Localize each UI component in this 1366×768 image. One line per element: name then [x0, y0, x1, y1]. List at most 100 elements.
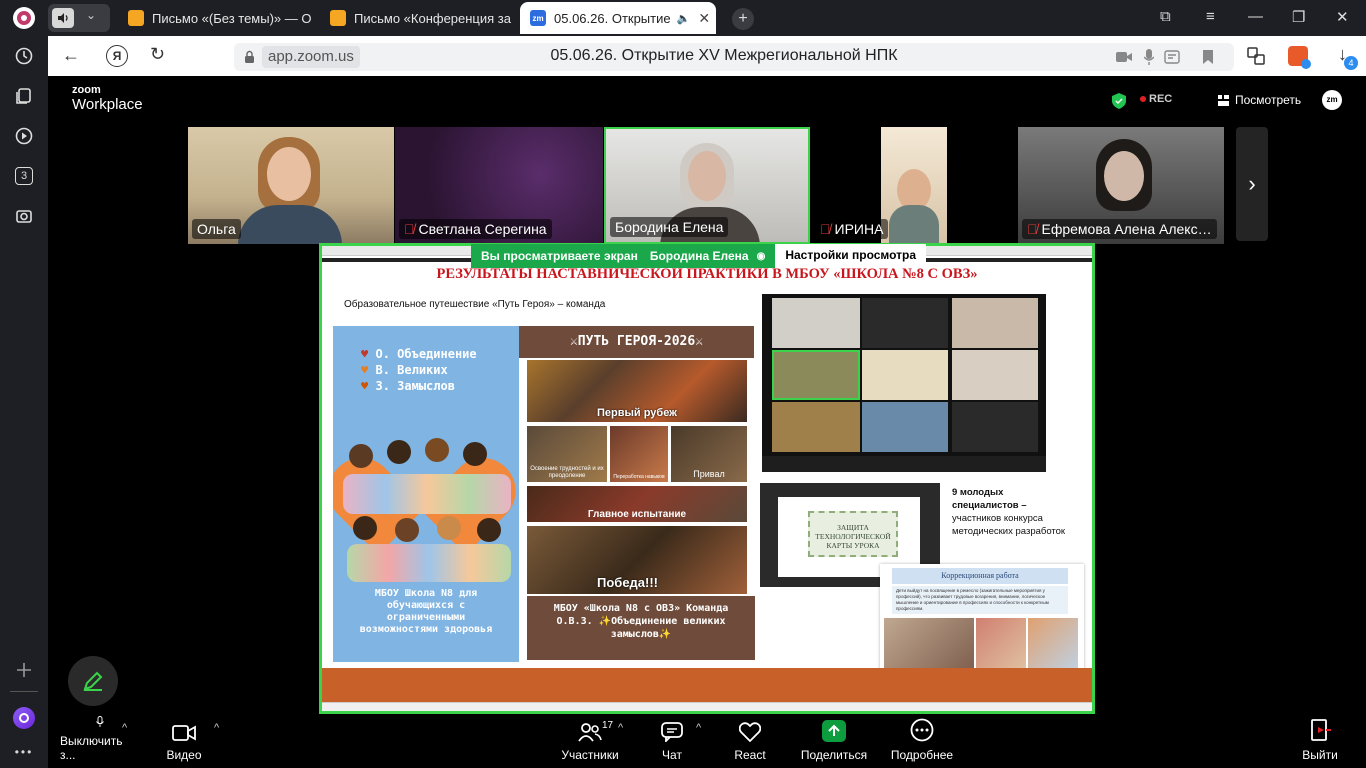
screenshot-icon[interactable] — [10, 202, 38, 230]
annotate-button[interactable] — [68, 656, 118, 706]
participant-tile-active-speaker[interactable]: Бородина Елена — [604, 127, 810, 244]
poster-caption: МБОУ Школа N8 для обучающихся с ограниче… — [359, 588, 493, 635]
presentation-statusbar — [322, 702, 1092, 711]
yandex-logo-icon[interactable]: Я — [106, 45, 128, 67]
tab-close-icon[interactable]: ✕ — [698, 10, 710, 27]
video-play-icon[interactable] — [10, 122, 38, 150]
menu-icon[interactable]: ≡ — [1206, 8, 1215, 25]
collections-icon[interactable] — [10, 82, 38, 110]
participant-name: 🎙̸ ИРИНА — [815, 219, 889, 239]
stage-image: Привал — [671, 426, 747, 482]
share-screen-button[interactable]: Поделиться — [794, 716, 874, 768]
mute-button[interactable]: Выключить з... — [60, 716, 140, 768]
tab-audio-icon[interactable]: 🔈 — [677, 12, 691, 25]
encryption-shield-icon[interactable] — [1112, 93, 1126, 109]
meeting-toolbar: Выключить з... ^ Видео ^ Участники 17 ^ … — [48, 716, 1366, 768]
tabs-overview-icon[interactable]: ⧉ — [1160, 8, 1171, 25]
yandex-profile-icon[interactable] — [10, 4, 38, 32]
recording-dot-icon — [1140, 96, 1146, 102]
browser-sidebar: 3 ••• — [0, 0, 48, 768]
stage-image: Переработка навыков — [610, 426, 668, 482]
stage-image: Первый рубеж — [527, 360, 747, 422]
restore-icon[interactable]: ❐ — [1292, 8, 1305, 26]
tab-count-badge[interactable]: 3 — [10, 162, 38, 190]
slide-subtitle: Образовательное путешествие «Путь Героя»… — [344, 299, 606, 310]
participant-tile[interactable]: 🎙̸ Светлана Серегина — [395, 127, 603, 244]
participant-tile[interactable]: 🎙̸ Ефремова Алена Алекс… — [1018, 127, 1224, 244]
participants-icon — [578, 723, 602, 742]
video-button[interactable]: Видео — [154, 716, 214, 768]
microphone-icon — [96, 716, 104, 727]
view-settings-button[interactable]: Настройки просмотра — [775, 244, 927, 268]
mic-muted-icon: 🎙̸ — [820, 221, 831, 237]
more-dots-icon — [910, 718, 934, 742]
mic-muted-icon: 🎙̸ — [404, 221, 415, 237]
doc-caption: ЗАЩИТА ТЕХНОЛОГИЧЕСКОЙ КАРТЫ УРОКА — [808, 511, 898, 557]
alice-assistant-icon[interactable] — [10, 704, 38, 732]
shared-screen[interactable]: РЕЗУЛЬТАТЫ НАСТАВНИЧЕСКОЙ ПРАКТИКИ В МБО… — [319, 243, 1095, 714]
more-button[interactable]: Подробнее — [886, 716, 958, 768]
bookmark-icon[interactable] — [1202, 49, 1214, 65]
reload-icon[interactable]: ↻ — [150, 44, 165, 65]
poster-line: ♥ З. Замыслов — [361, 379, 455, 393]
next-participants-arrow[interactable]: › — [1236, 127, 1268, 241]
slide-title: РЕЗУЛЬТАТЫ НАСТАВНИЧЕСКОЙ ПРАКТИКИ В МБО… — [436, 266, 978, 282]
specialists-text: 9 молодых специалистов – участников конк… — [952, 487, 1066, 537]
tab-mail-2[interactable]: Письмо «Конференция за — [320, 2, 516, 34]
react-button[interactable]: React — [728, 716, 772, 768]
slide-bottom-band — [322, 668, 1092, 702]
chevron-down-icon[interactable]: ⌄ — [86, 8, 96, 22]
lock-icon — [245, 50, 254, 63]
add-panel-icon[interactable] — [10, 656, 38, 684]
zoom-header: zoom Workplace REC Посмотреть zm — [48, 76, 1366, 124]
team-poster: ♥ О. Объединение ♥ В. Великих ♥ З. Замыс… — [333, 326, 519, 662]
participants-button[interactable]: Участники — [556, 716, 624, 768]
team-block: МБОУ «Школа N8 с ОВЗ» Команда О.В.З. ✨Об… — [527, 596, 755, 660]
tab-mail-1[interactable]: Письмо «(Без темы)» — О — [118, 2, 314, 34]
participant-tile[interactable]: Ольга — [188, 127, 394, 244]
poster-line: ♥ В. Великих — [361, 363, 448, 377]
history-icon[interactable] — [10, 42, 38, 70]
mic-muted-icon: 🎙̸ — [1027, 221, 1038, 237]
screen-share-banner: Вы просматриваете экран Бородина Елена ◉… — [471, 244, 935, 268]
gallery-screenshot — [762, 294, 1046, 472]
speaker-icon[interactable] — [52, 8, 74, 28]
browser-address-bar: ← Я ↻ app.zoom.us 05.06.26. Открытие XV … — [48, 36, 1366, 76]
video-options-chevron-icon[interactable]: ^ — [214, 722, 219, 734]
participants-options-chevron-icon[interactable]: ^ — [618, 722, 623, 734]
more-dots-icon[interactable]: ••• — [10, 738, 38, 766]
share-banner-text: Вы просматриваете экран — [481, 249, 638, 263]
stage-image: Главное испытание — [527, 486, 747, 522]
minimize-icon[interactable]: — — [1248, 8, 1263, 25]
reader-mode-icon[interactable] — [1164, 50, 1180, 64]
microphone-permission-icon[interactable] — [1144, 49, 1154, 65]
extensions-icon[interactable] — [1246, 46, 1266, 66]
participant-name: 🎙̸ Ефремова Алена Алекс… — [1022, 219, 1217, 239]
extension-avatar-icon[interactable] — [1288, 46, 1311, 69]
tab-zoom[interactable]: zm 05.06.26. Открытие 🔈 ✕ — [520, 2, 716, 34]
correction-card: Коррекционная работа Дети выйдут на посв… — [880, 564, 1084, 676]
participant-name: Бородина Елена — [610, 217, 729, 237]
page-title: 05.06.26. Открытие XV Межрегиональной НП… — [550, 47, 898, 64]
share-screen-icon — [822, 720, 846, 742]
view-button[interactable]: Посмотреть — [1218, 93, 1301, 107]
new-tab-button[interactable]: + — [732, 8, 754, 30]
leave-meeting-button[interactable]: Выйти — [1296, 716, 1344, 768]
sidebar-divider — [10, 691, 38, 692]
presenter-name: Бородина Елена — [649, 249, 749, 263]
stage-image: Победа!!! — [527, 526, 747, 594]
back-arrow-icon[interactable]: ← — [62, 45, 80, 66]
chat-button[interactable]: Чат — [652, 716, 692, 768]
correction-title: Коррекционная работа — [892, 568, 1068, 584]
address-field[interactable]: app.zoom.us 05.06.26. Открытие XV Межрег… — [234, 43, 1234, 71]
quest-title: ⚔ПУТЬ ГЕРОЯ-2026⚔ — [519, 326, 754, 358]
zoom-brand-small: zoom — [72, 84, 101, 96]
close-window-icon[interactable]: ✕ — [1336, 8, 1349, 26]
camera-permission-icon[interactable] — [1116, 51, 1132, 63]
tab-audio-group[interactable]: ⌄ — [48, 4, 110, 32]
zoom-account-icon[interactable]: zm — [1322, 90, 1342, 110]
audio-options-chevron-icon[interactable]: ^ — [122, 722, 127, 734]
chat-options-chevron-icon[interactable]: ^ — [696, 722, 701, 734]
browser-tab-bar: ⌄ Письмо «(Без темы)» — О Письмо «Конфер… — [48, 0, 1366, 36]
participant-tile[interactable]: 🎙̸ ИРИНА — [811, 127, 961, 244]
